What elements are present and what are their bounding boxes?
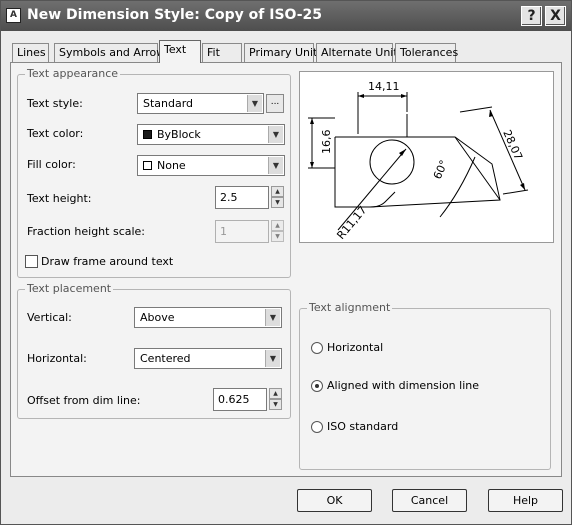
offset-value: 0.625 — [218, 393, 250, 406]
text-style-value: Standard — [143, 97, 194, 110]
tab-fit[interactable]: Fit — [202, 43, 242, 62]
stepper-down-icon[interactable]: ▼ — [271, 231, 284, 242]
close-icon[interactable]: X — [545, 6, 566, 26]
tab-lines[interactable]: Lines — [12, 43, 49, 62]
fraction-height-stepper[interactable]: ▲ ▼ — [271, 220, 284, 243]
text-height-stepper[interactable]: ▲ ▼ — [271, 186, 284, 209]
align-dimension-line-radio[interactable] — [311, 380, 323, 392]
offset-label: Offset from dim line: — [27, 394, 141, 407]
align-horizontal-label[interactable]: Horizontal — [327, 341, 383, 354]
fill-color-dropdown[interactable]: None ▼ — [137, 155, 285, 176]
tab-alternate-units[interactable]: Alternate Units — [316, 43, 403, 62]
window-title: New Dimension Style: Copy of ISO-25 — [27, 7, 322, 23]
text-color-value: ByBlock — [157, 128, 201, 141]
align-dimension-line-label[interactable]: Aligned with dimension line — [327, 379, 479, 392]
text-height-value: 2.5 — [220, 191, 238, 204]
text-style-label: Text style: — [27, 97, 83, 110]
fill-color-swatch — [143, 161, 152, 170]
horizontal-value: Centered — [140, 352, 191, 365]
fraction-height-input[interactable]: 1 — [215, 220, 269, 243]
chevron-down-icon[interactable]: ▼ — [247, 95, 262, 112]
tab-text[interactable]: Text — [159, 40, 201, 63]
horizontal-dropdown[interactable]: Centered ▼ — [134, 348, 282, 369]
stepper-down-icon[interactable]: ▼ — [271, 197, 284, 208]
offset-stepper[interactable]: ▲ ▼ — [269, 388, 282, 411]
dim-top-text: 14,11 — [368, 80, 400, 93]
title-bar[interactable]: A New Dimension Style: Copy of ISO-25 ? … — [1, 1, 571, 31]
text-alignment-group-label: Text alignment — [307, 301, 393, 314]
fraction-height-label: Fraction height scale: — [27, 225, 146, 238]
text-alignment-group: Text alignment Horizontal Aligned with d… — [299, 301, 551, 470]
vertical-dropdown[interactable]: Above ▼ — [134, 307, 282, 328]
align-horizontal-radio[interactable] — [311, 342, 323, 354]
horizontal-label: Horizontal: — [27, 352, 87, 365]
align-iso-standard-label[interactable]: ISO standard — [327, 420, 398, 433]
text-appearance-group-label: Text appearance — [25, 67, 121, 80]
chevron-down-icon[interactable]: ▼ — [268, 157, 283, 174]
stepper-up-icon[interactable]: ▲ — [271, 186, 284, 197]
text-height-input[interactable]: 2.5 — [215, 186, 269, 209]
help-button[interactable]: Help — [488, 489, 563, 512]
dim-radius-text: R11,17 — [334, 204, 369, 242]
stepper-down-icon[interactable]: ▼ — [269, 399, 282, 410]
chevron-down-icon[interactable]: ▼ — [268, 126, 283, 143]
help-icon[interactable]: ? — [521, 6, 542, 26]
dimension-preview: 14,11 16,6 28,07 60° R11,17 — [299, 71, 554, 243]
dim-angle-text: 60° — [431, 158, 451, 181]
chevron-down-icon[interactable]: ▼ — [265, 309, 280, 326]
dim-right-text: 28,07 — [500, 128, 525, 162]
fill-color-value: None — [157, 159, 186, 172]
text-placement-group-label: Text placement — [25, 282, 114, 295]
text-color-label: Text color: — [27, 127, 84, 140]
fraction-height-value: 1 — [220, 225, 227, 238]
text-style-browse-button[interactable]: ... — [266, 94, 284, 113]
radio-selected-dot — [315, 384, 319, 388]
text-color-dropdown[interactable]: ByBlock ▼ — [137, 124, 285, 145]
chevron-down-icon[interactable]: ▼ — [265, 350, 280, 367]
fill-color-label: Fill color: — [27, 158, 76, 171]
stepper-up-icon[interactable]: ▲ — [271, 220, 284, 231]
text-placement-group: Text placement Vertical: Above ▼ Horizon… — [17, 282, 291, 419]
offset-input[interactable]: 0.625 — [213, 388, 267, 411]
text-style-dropdown[interactable]: Standard ▼ — [137, 93, 264, 114]
draw-frame-label[interactable]: Draw frame around text — [41, 255, 173, 268]
dim-left-text: 16,6 — [320, 130, 333, 155]
tab-symbols-and-arrows[interactable]: Symbols and Arrows — [54, 43, 171, 62]
app-icon: A — [6, 8, 21, 23]
vertical-value: Above — [140, 311, 175, 324]
draw-frame-checkbox[interactable] — [25, 255, 38, 268]
text-color-swatch — [143, 130, 152, 139]
tab-primary-units[interactable]: Primary Units — [244, 43, 323, 62]
dimension-style-dialog: A New Dimension Style: Copy of ISO-25 ? … — [0, 0, 572, 525]
vertical-label: Vertical: — [27, 311, 72, 324]
text-appearance-group: Text appearance Text style: Standard ▼ .… — [17, 67, 291, 278]
cancel-button[interactable]: Cancel — [392, 489, 467, 512]
stepper-up-icon[interactable]: ▲ — [269, 388, 282, 399]
text-height-label: Text height: — [27, 192, 92, 205]
dimension-preview-drawing: 14,11 16,6 28,07 60° R11,17 — [308, 80, 529, 242]
align-iso-standard-radio[interactable] — [311, 421, 323, 433]
ok-button[interactable]: OK — [297, 489, 372, 512]
tab-tolerances[interactable]: Tolerances — [395, 43, 458, 62]
